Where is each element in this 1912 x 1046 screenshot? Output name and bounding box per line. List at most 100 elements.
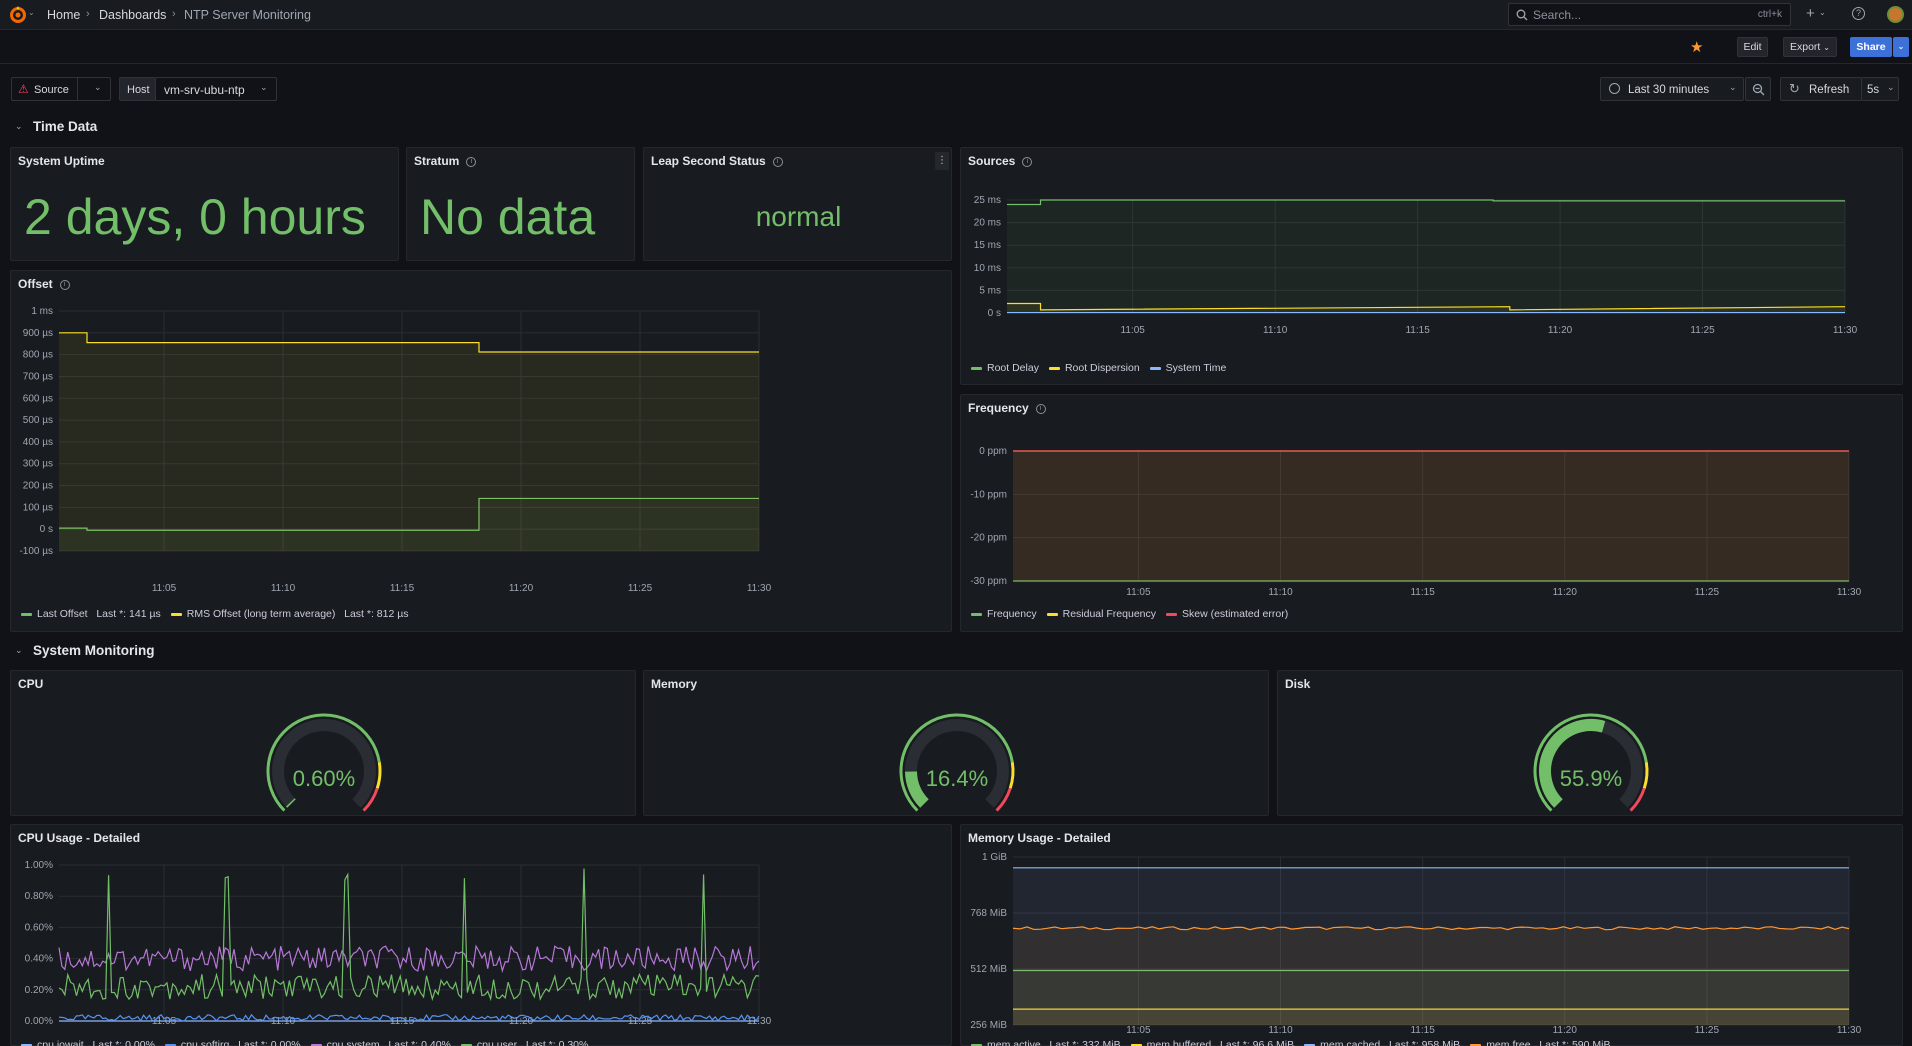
export-button[interactable]: Export ⌄ — [1783, 37, 1837, 57]
legend-item[interactable]: Residual Frequency — [1046, 608, 1156, 620]
panel-menu-icon[interactable]: ⋮ — [935, 152, 949, 170]
refresh-button[interactable]: ↻ Refresh — [1780, 77, 1862, 101]
avatar[interactable] — [1887, 6, 1904, 23]
legend-label: cpu.iowait Last *: 0.00% — [37, 1039, 155, 1046]
x-tick-label: 11:30 — [1837, 587, 1862, 598]
section-collapse-icon[interactable]: ⌄ — [15, 121, 23, 132]
panel-leap-second-status[interactable]: Leap Second Status i ⋮ normal — [643, 147, 952, 261]
y-tick-label: 800 µs — [23, 350, 53, 361]
memory-title: Memory — [651, 677, 698, 691]
panel-sources[interactable]: Sources i 25 ms 20 ms 15 ms 10 ms 5 ms 0 s 11:0… — [960, 147, 1903, 385]
legend-label: RMS Offset (long term average) Last *: 8… — [186, 608, 409, 620]
legend-label: Skew (estimated error) — [1182, 608, 1289, 620]
mem-detail-chart[interactable]: 1 GiB 768 MiB 512 MiB 256 MiB 11:05 11:10 11:1… — [961, 825, 1904, 1046]
sources-legend: Root Delay Root Dispersion System Time — [971, 362, 1236, 374]
edit-button[interactable]: Edit — [1737, 37, 1768, 57]
host-select[interactable]: vm-srv-ubu-ntp ⌄ — [155, 77, 277, 101]
panel-stratum[interactable]: Stratum i No data — [406, 147, 635, 261]
legend-label: cpu.system Last *: 0.40% — [326, 1039, 451, 1046]
chevron-down-icon[interactable]: ⌄ — [1819, 8, 1826, 17]
panel-system-uptime[interactable]: System Uptime 2 days, 0 hours — [10, 147, 399, 261]
leap-value: normal — [755, 201, 842, 232]
share-menu-button[interactable]: ⌄ — [1893, 37, 1909, 57]
legend-item[interactable]: cpu.iowait Last *: 0.00% — [21, 1039, 155, 1046]
legend-label: cpu.user Last *: 0.30% — [476, 1039, 589, 1046]
breadcrumb-dashboards[interactable]: Dashboards — [99, 8, 166, 22]
y-tick-label: 0.00% — [25, 1016, 53, 1027]
legend-item[interactable]: Skew (estimated error) — [1166, 608, 1288, 620]
info-icon[interactable]: i — [466, 156, 477, 167]
x-tick-label: 11:25 — [1695, 587, 1720, 598]
panel-frequency[interactable]: Frequency i 0 ppm -10 ppm -20 ppm -30 ppm 11:… — [960, 394, 1903, 632]
x-tick-label: 11:10 — [1263, 325, 1288, 336]
frequency-legend: Frequency Residual Frequency Skew (estimat… — [971, 608, 1298, 620]
refresh-label: Refresh — [1809, 84, 1850, 96]
refresh-interval-select[interactable]: 5s ⌄ — [1861, 77, 1899, 101]
add-icon[interactable]: + — [1806, 5, 1815, 22]
legend-label: Root Delay — [987, 362, 1039, 374]
share-button[interactable]: Share — [1850, 37, 1892, 57]
stratum-title: Stratum — [414, 154, 460, 168]
section-collapse-icon[interactable]: ⌄ — [15, 645, 23, 656]
search-input[interactable]: Search... ctrl+k — [1508, 3, 1791, 26]
help-icon[interactable]: ? — [1852, 7, 1865, 20]
cpu-detail-chart[interactable]: 1.00%0.80%0.60%0.40%0.20%0.00% 11:05 11:10… — [11, 825, 953, 1046]
section-system-monitoring[interactable]: System Monitoring — [33, 643, 155, 658]
y-tick-label: 900 µs — [23, 328, 53, 339]
star-icon[interactable]: ★ — [1690, 38, 1703, 56]
legend-item[interactable]: cpu.system Last *: 0.40% — [310, 1039, 451, 1046]
legend-item[interactable]: mem.buffered Last *: 96.6 MiB — [1130, 1039, 1294, 1046]
y-tick-label: 0 ppm — [979, 446, 1007, 457]
x-tick-label: 11:05 — [1121, 325, 1146, 336]
export-label: Export — [1790, 41, 1821, 53]
cpu-gauge-arc — [266, 713, 382, 812]
panel-cpu-gauge[interactable]: CPU 0.60% — [10, 670, 636, 816]
source-variable[interactable]: ⚠ Source ⌄ — [11, 77, 111, 101]
panel-memory-gauge[interactable]: Memory 16.4% — [643, 670, 1269, 816]
cpu-gauge-value: 0.60% — [292, 766, 356, 791]
source-label: Source — [34, 84, 69, 96]
legend-swatch — [170, 612, 182, 616]
panel-offset[interactable]: Offset i 1 ms 900 µs 800 µs 700 µs 600 µs 500 … — [10, 270, 952, 632]
legend-item[interactable]: System Time — [1149, 362, 1226, 374]
chevron-down-icon[interactable]: ⌄ — [28, 8, 35, 17]
search-icon — [1516, 9, 1528, 21]
y-tick-label: 200 µs — [23, 481, 53, 492]
panel-disk-gauge[interactable]: Disk 55.9% — [1277, 670, 1903, 816]
legend-item[interactable]: Root Delay — [971, 362, 1039, 374]
dashboard-toolbar: ★ Edit Export ⌄ Share ⌄ — [0, 31, 1912, 64]
warning-icon: ⚠ — [18, 82, 29, 96]
section-time-data[interactable]: Time Data — [33, 119, 97, 134]
info-icon[interactable]: i — [772, 156, 783, 167]
breadcrumb-home[interactable]: Home — [47, 8, 80, 22]
y-tick-label: 500 µs — [23, 415, 53, 426]
legend-item[interactable]: Root Dispersion — [1048, 362, 1140, 374]
y-tick-label: 600 µs — [23, 393, 53, 404]
legend-item[interactable]: Last Offset Last *: 141 µs — [21, 608, 161, 620]
legend-item[interactable]: mem.free Last *: 590 MiB — [1470, 1039, 1611, 1046]
y-tick-label: 5 ms — [979, 285, 1001, 296]
zoom-out-button[interactable] — [1745, 77, 1771, 101]
disk-gauge-value: 55.9% — [1559, 766, 1623, 791]
frequency-chart[interactable]: 0 ppm -10 ppm -20 ppm -30 ppm 11:05 11:10 11:1… — [961, 395, 1904, 633]
legend-item[interactable]: mem.active Last *: 332 MiB — [971, 1039, 1121, 1046]
offset-chart[interactable]: 1 ms 900 µs 800 µs 700 µs 600 µs 500 µs 400 µs… — [11, 271, 953, 633]
legend-item[interactable]: cpu.softirq Last *: 0.00% — [164, 1039, 301, 1046]
y-tick-label: 0.80% — [25, 891, 53, 902]
legend-item[interactable]: RMS Offset (long term average) Last *: 8… — [170, 608, 409, 620]
y-tick-label: 10 ms — [974, 263, 1001, 274]
panel-cpu-usage-detailed[interactable]: CPU Usage - Detailed 1.00% 0.80% 0.60% 0.40… — [10, 824, 952, 1046]
legend-item[interactable]: mem.cached Last *: 958 MiB — [1304, 1039, 1460, 1046]
y-tick-label: -30 ppm — [970, 576, 1007, 587]
legend-item[interactable]: Frequency — [971, 608, 1037, 620]
refresh-icon: ↻ — [1789, 81, 1800, 96]
chevron-down-icon: ⌄ — [94, 82, 102, 92]
panel-memory-usage-detailed[interactable]: Memory Usage - Detailed 1 GiB 768 MiB 512 … — [960, 824, 1903, 1046]
x-tick-label: 11:30 — [1837, 1025, 1862, 1036]
y-tick-label: 1.00% — [25, 860, 53, 871]
legend-item[interactable]: cpu.user Last *: 0.30% — [460, 1039, 589, 1046]
sources-chart[interactable]: 25 ms 20 ms 15 ms 10 ms 5 ms 0 s 11:05 11:10 11:… — [961, 148, 1904, 386]
x-tick-label: 11:20 — [1553, 587, 1578, 598]
time-range-picker[interactable]: Last 30 minutes ⌄ — [1600, 77, 1744, 101]
grafana-logo-icon[interactable] — [8, 5, 28, 25]
